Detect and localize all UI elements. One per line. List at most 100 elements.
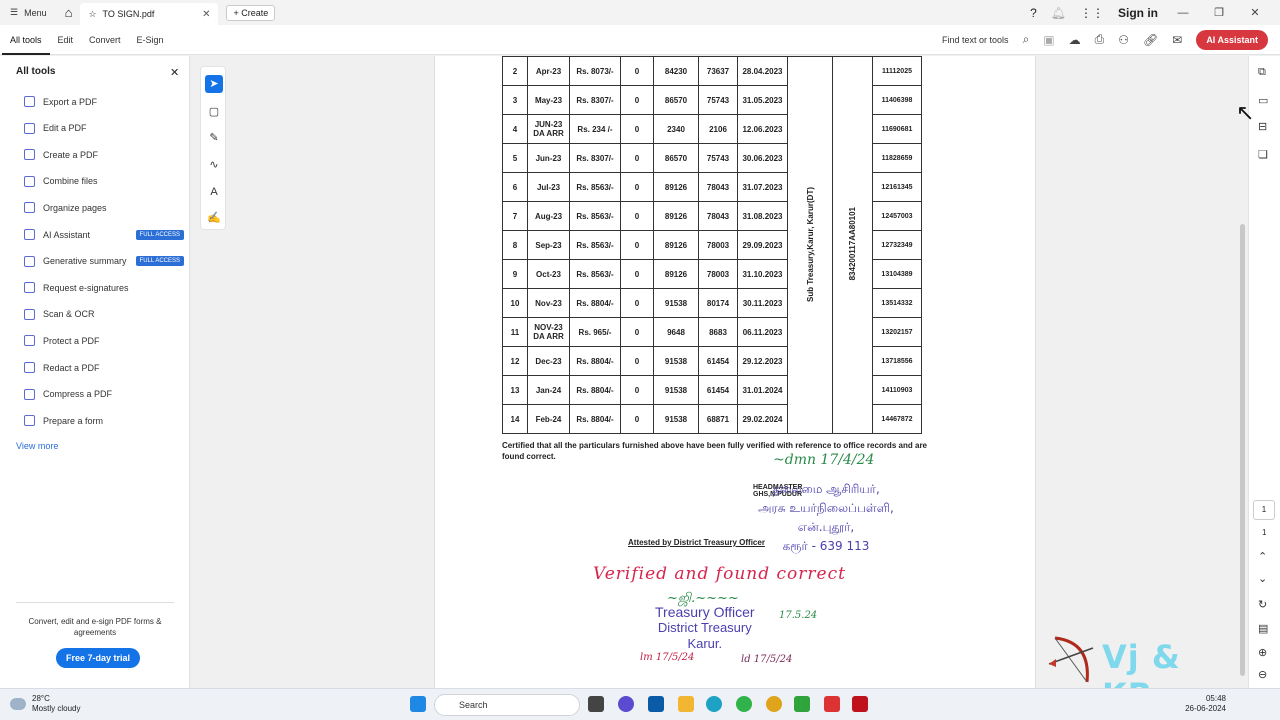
chevron-up-icon[interactable]: ⌃ [1258,550,1267,563]
vertical-scrollbar[interactable] [1240,224,1245,676]
email-icon[interactable]: ✉ [1172,33,1182,47]
sign-pen-icon[interactable]: ✍ [205,209,223,227]
table-cell: 31.01.2024 [737,375,788,405]
free-trial-button[interactable]: Free 7-day trial [56,648,141,668]
tool-item[interactable]: Organize pages [24,202,184,214]
apps-grid-icon[interactable]: ⋮⋮ [1080,6,1104,20]
maximize-icon[interactable]: ❐ [1208,6,1230,19]
task-view-icon[interactable] [588,696,604,712]
hamburger-icon: ☰ [10,7,19,17]
tab-edit[interactable]: Edit [50,25,82,55]
table-cell: 91538 [653,288,699,318]
mouse-cursor-icon: ↖ [1236,100,1255,125]
table-cell: 29.09.2023 [737,230,788,260]
upload-cloud-icon[interactable]: ☁ [1069,33,1081,47]
draw-freeform-icon[interactable]: ∿ [205,156,223,174]
tool-item[interactable]: Create a PDF [24,149,184,161]
table-cell: 0 [620,375,654,405]
tool-icon [24,175,35,187]
refresh-icon[interactable]: ↻ [1258,598,1267,611]
table-cell: 91538 [653,404,699,434]
tool-item[interactable]: Generative summary FULL ACCESS [24,255,184,267]
windows-start-icon[interactable] [410,696,426,712]
select-cursor-icon[interactable]: ➤ [205,75,223,93]
link-icon[interactable]: 🔗︎ [1143,33,1158,47]
tool-icon [24,362,35,373]
edge-icon[interactable] [706,696,722,712]
text-box-icon[interactable]: A [205,183,223,201]
zoom-out-icon[interactable]: ⊖ [1258,668,1267,681]
comments-icon[interactable]: ▭ [1258,94,1268,107]
share-icon[interactable]: ⚇ [1118,33,1129,47]
tool-item[interactable]: AI Assistant FULL ACCESS [24,229,184,240]
tool-label: Redact a PDF [43,362,100,373]
tab-e-sign[interactable]: E-Sign [129,25,172,55]
pages-icon[interactable]: ❏ [1258,148,1268,161]
tool-label: Export a PDF [43,96,98,107]
to-line3: Karur. [687,636,723,651]
file-explorer-icon[interactable] [678,696,694,712]
chrome-icon[interactable] [766,696,782,712]
close-panel-icon[interactable]: ✕ [170,66,179,79]
view-more-link[interactable]: View more [16,441,58,451]
red-app-icon[interactable] [824,696,840,712]
home-icon[interactable]: ⌂ [57,5,81,20]
create-button[interactable]: + Create [226,4,276,21]
search-icon[interactable]: ⌕ [1023,32,1030,47]
ai-assistant-button[interactable]: AI Assistant [1196,29,1268,50]
whatsapp-icon[interactable] [736,696,752,712]
tool-item[interactable]: Scan & OCR [24,308,184,320]
print-icon[interactable]: ⎙ [1095,32,1105,47]
green-app-icon[interactable] [794,696,810,712]
tool-item[interactable]: Protect a PDF [24,335,184,347]
store-icon[interactable] [648,696,664,712]
chevron-down-icon[interactable]: ⌄ [1258,572,1267,585]
close-tab-icon[interactable]: ✕ [202,9,210,20]
highlight-pen-icon[interactable]: ✎ [205,129,223,147]
bookmark-icon[interactable]: ⊟ [1258,120,1267,133]
tool-icon [24,122,35,134]
document-viewport[interactable]: 2 Apr-23 Rs. 8073/- 0 84230 73637 28.04.2023 Su… [192,56,1242,688]
save-icon[interactable]: ▣ [1043,33,1054,47]
tool-item[interactable]: Redact a PDF [24,362,184,373]
table-cell: 0 [620,85,654,115]
notification-icon[interactable]: 🔔︎ [1051,6,1066,20]
acrobat-icon[interactable] [852,696,868,712]
tool-item[interactable]: Edit a PDF [24,122,184,134]
tab-all-tools[interactable]: All tools [2,25,50,55]
page-number-input[interactable]: 1 [1253,500,1275,520]
find-text-label[interactable]: Find text or tools [942,35,1009,45]
tool-item[interactable]: Request e-signatures [24,282,184,294]
bow-arrow-logo-icon [1048,636,1094,683]
taskbar-search[interactable]: Search [434,694,580,716]
minimize-icon[interactable]: — [1172,7,1194,19]
table-cell: 12.06.2023 [737,114,788,144]
close-window-icon[interactable]: ✕ [1244,6,1266,19]
tool-item[interactable]: Combine files [24,175,184,187]
tool-item[interactable]: Compress a PDF [24,388,184,400]
tool-item[interactable]: Prepare a form [24,415,184,427]
table-cell: 0 [620,288,654,318]
menu-button[interactable]: ☰ Menu [0,0,57,25]
document-tab[interactable]: ☆ TO SIGN.pdf ✕ [80,3,219,25]
star-icon[interactable]: ☆ [88,9,96,20]
system-clock[interactable]: 05:48 26-06-2024 [1184,694,1226,714]
add-comment-icon[interactable]: ▢ [205,103,223,121]
tool-label: Compress a PDF [43,389,113,400]
tool-icon [24,96,35,107]
zoom-in-icon[interactable]: ⊕ [1258,646,1267,659]
table-cell: 78003 [698,230,738,260]
fit-page-icon[interactable]: ▤ [1258,622,1268,635]
table-cell: 0 [620,317,654,347]
table-cell: 11 [502,317,528,347]
tool-item[interactable]: Export a PDF [24,96,184,107]
chat-icon[interactable] [618,696,634,712]
organize-icon[interactable]: ⧉ [1258,66,1266,79]
help-icon[interactable]: ? [1030,6,1037,20]
tab-convert[interactable]: Convert [81,25,129,55]
weather-widget[interactable]: 28°C Mostly cloudy [10,694,80,714]
sign-in-button[interactable]: Sign in [1118,6,1158,20]
treasury-vertical: Sub Treasury,Karur, Karur(DT) [805,186,815,302]
weather-text: 28°C Mostly cloudy [32,694,80,714]
table-cell: Rs. 8073/- [569,56,621,86]
